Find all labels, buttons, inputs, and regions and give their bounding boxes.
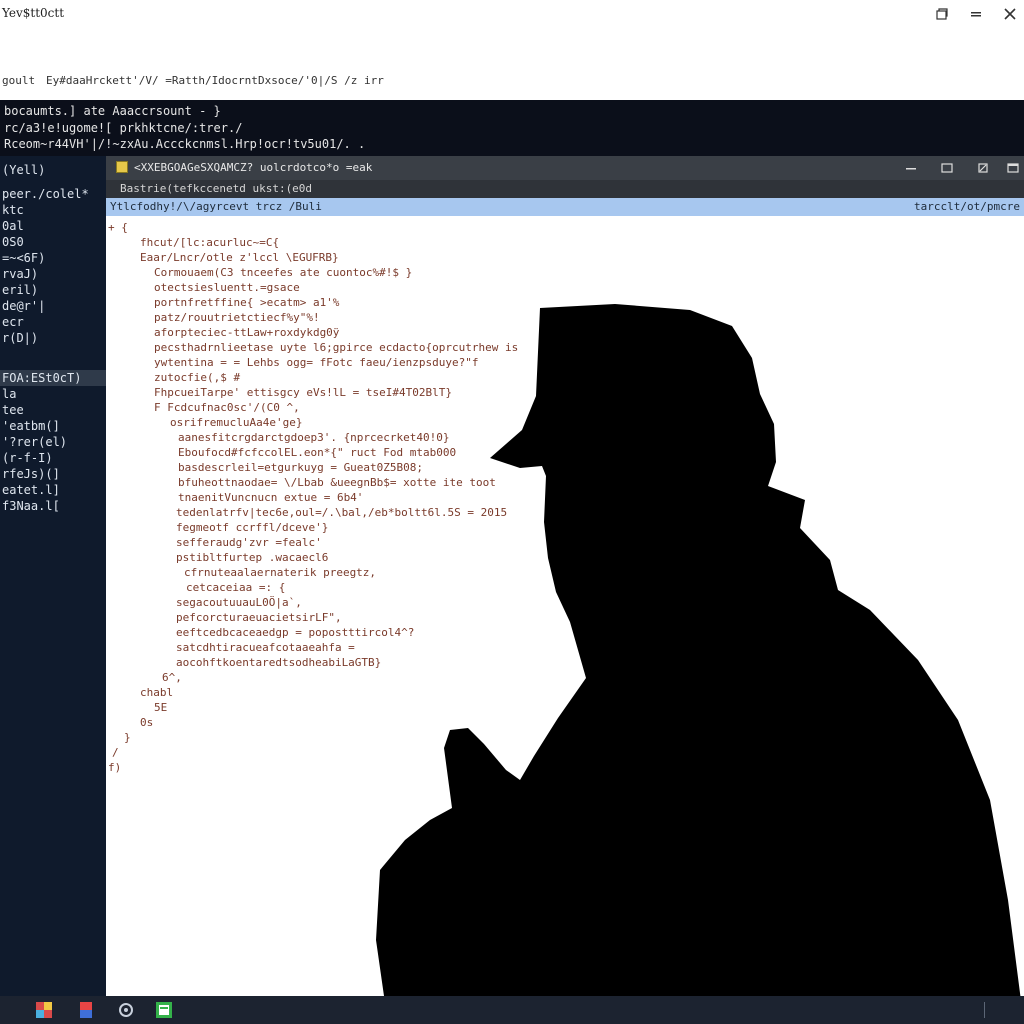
inner-window-title: <XXEBGOAGeSXQAMCZ? uolcrdotco*o =eak (134, 161, 373, 174)
address-bar[interactable]: Ytlcfodhy!/\/agyrcevt trcz /Buli tarcclt… (106, 198, 1024, 216)
code-line: F Fcdcufnac0sc'/(C0 ^, (154, 401, 300, 414)
settings-icon[interactable] (116, 1000, 136, 1020)
sidebar-item[interactable]: tee (0, 402, 106, 418)
sidebar-item[interactable]: =~<6F) (0, 250, 106, 266)
folder-icon (116, 161, 128, 173)
minimize-button[interactable] (962, 2, 990, 26)
code-line: + { (108, 221, 128, 234)
sidebar-item[interactable]: peer./colel* (0, 186, 106, 202)
sidebar-item[interactable]: eatet.l] (0, 482, 106, 498)
code-line: sefferaudg'zvr =fealc' (176, 536, 322, 549)
inner-pin-button[interactable] (972, 158, 994, 178)
terminal-line: bocaumts.] ate Aaaccrsount - } (4, 104, 221, 118)
path-segment[interactable]: Dxsoce/'0|/S /z irr (258, 74, 384, 87)
sidebar-item[interactable]: de@r'| (0, 298, 106, 314)
minimize-icon (906, 168, 916, 170)
code-line: pstibltfurtep .wacaecl6 (176, 551, 329, 564)
paint-icon (36, 1002, 52, 1018)
code-line: cetcaceiaa =: { (186, 581, 286, 594)
sidebar-item[interactable]: ktc (0, 202, 106, 218)
sidebar-item[interactable]: f3Naa.l[ (0, 498, 106, 514)
code-line: / (112, 746, 119, 759)
app-icon-1[interactable] (34, 1000, 54, 1020)
sidebar-item[interactable]: (r-f-I) (0, 450, 106, 466)
sidebar-item[interactable]: '?rer(el) (0, 434, 106, 450)
sidebar-item[interactable]: la (0, 386, 106, 402)
sidebar-item[interactable]: 'eatbm(] (0, 418, 106, 434)
code-line: Eaar/Lncr/otle z'lccl \EGUFRB} (140, 251, 339, 264)
sidebar-item[interactable]: FOA:ESt0cT) (0, 370, 106, 386)
sidebar-item[interactable]: eril) (0, 282, 106, 298)
file-sidebar[interactable]: (Yell) peer./colel* ktc 0al 0S0 =~<6F) rvaJ) er… (0, 156, 106, 996)
terminal-line: Rceom~r44VH'|/!~zxAu.Accckcnmsl.Hrp!ocr!… (4, 137, 366, 151)
inner-close-button[interactable] (1002, 158, 1024, 178)
taskbar-divider (984, 1002, 985, 1018)
code-line: 6^, (162, 671, 182, 684)
code-line: tnaenitVuncnucn extue = 6b4' (178, 491, 364, 504)
code-line: zutocfie(,$ # (154, 371, 241, 384)
code-line: osrifremucluAa4e'ge} (170, 416, 303, 429)
code-line: Cormouaem(C3 tnceefes ate cuontoc%#!$ } (154, 266, 413, 279)
code-line: aforpteciec-ttLaw+roxdykdg0ÿ (154, 326, 340, 339)
sidebar-item[interactable]: r(D|) (0, 330, 106, 346)
close-icon (1004, 8, 1016, 20)
code-line: f) (108, 761, 122, 774)
taskbar (0, 996, 1024, 1024)
inner-minimize-button[interactable] (900, 158, 922, 178)
code-line: segacoutuuauL0Ö|a`, (176, 596, 302, 609)
code-line: fhcut/[lc:acurluc~=C{ (140, 236, 280, 249)
sidebar-item[interactable]: ecr (0, 314, 106, 330)
sidebar-item[interactable]: (Yell) (0, 162, 106, 178)
inner-tab[interactable]: Bastrie(tefkccenetd ukst:(e0d (120, 182, 312, 195)
code-line: otectsiesluentt.=gsace (154, 281, 300, 294)
path-segment[interactable]: goult (2, 74, 35, 87)
code-line: 0s (140, 716, 154, 729)
code-line: portnfretffine{ >ecatm> a1'% (154, 296, 340, 309)
address-text[interactable]: Ytlcfodhy!/\/agyrcevt trcz /Buli (110, 200, 322, 213)
pin-icon (978, 163, 988, 173)
code-line: pefcorcturaeuacietsirLF", (176, 611, 342, 624)
terminal-line: rc/a3!e!ugome![ prkhktcne/:trer./ (4, 121, 243, 135)
code-line: chabl (140, 686, 174, 699)
minimize-icon (971, 12, 981, 17)
inner-restore-button[interactable] (936, 158, 958, 178)
gear-icon (119, 1003, 133, 1017)
app-icon-2[interactable] (76, 1000, 96, 1020)
address-mode: tarcclt/ot/pmcre (914, 200, 1020, 213)
person-silhouette (376, 304, 1024, 1024)
bookmark-icon (80, 1002, 92, 1018)
code-line: cfrnuteaalaernaterik preegtz, (184, 566, 377, 579)
sidebar-item[interactable]: rvaJ) (0, 266, 106, 282)
editor-app-icon (156, 1002, 172, 1018)
path-bar[interactable]: goult Ey#daaHrckett'/V/ =Ratth/Idocrnt D… (0, 70, 1024, 92)
sidebar-item[interactable]: 0al (0, 218, 106, 234)
code-line: } (124, 731, 131, 744)
restore-icon (941, 163, 953, 173)
restore-icon (936, 8, 948, 20)
window-icon (1007, 163, 1019, 173)
path-segment[interactable]: Ey#daaHrckett'/V/ =Ratth/Idocrnt (46, 74, 258, 87)
code-line: fegmeotf ccrffl/dceve'} (176, 521, 329, 534)
code-line: 5E (154, 701, 168, 714)
inner-tab-bar[interactable]: Bastrie(tefkccenetd ukst:(e0d (106, 180, 1024, 198)
restore-button[interactable] (928, 2, 956, 26)
code-line: patz/rouutrietctiecf%y"%! (154, 311, 320, 324)
sidebar-item[interactable]: 0S0 (0, 234, 106, 250)
sidebar-item[interactable]: rfeJs)(] (0, 466, 106, 482)
inner-window-titlebar: <XXEBGOAGeSXQAMCZ? uolcrdotco*o =eak (106, 156, 1024, 180)
terminal-panel[interactable]: bocaumts.] ate Aaaccrsount - } rc/a3!e!u… (0, 100, 1024, 156)
close-button[interactable] (996, 2, 1024, 26)
window-title: Yev$tt0ctt (2, 6, 65, 20)
code-line: aocohftkoentaredtsodheabiLaGTB} (176, 656, 382, 669)
editor-icon[interactable] (154, 1000, 174, 1020)
code-line: satcdhtiracueafcotaaeahfa = (176, 641, 355, 654)
window-titlebar: Yev$tt0ctt (0, 0, 1024, 30)
